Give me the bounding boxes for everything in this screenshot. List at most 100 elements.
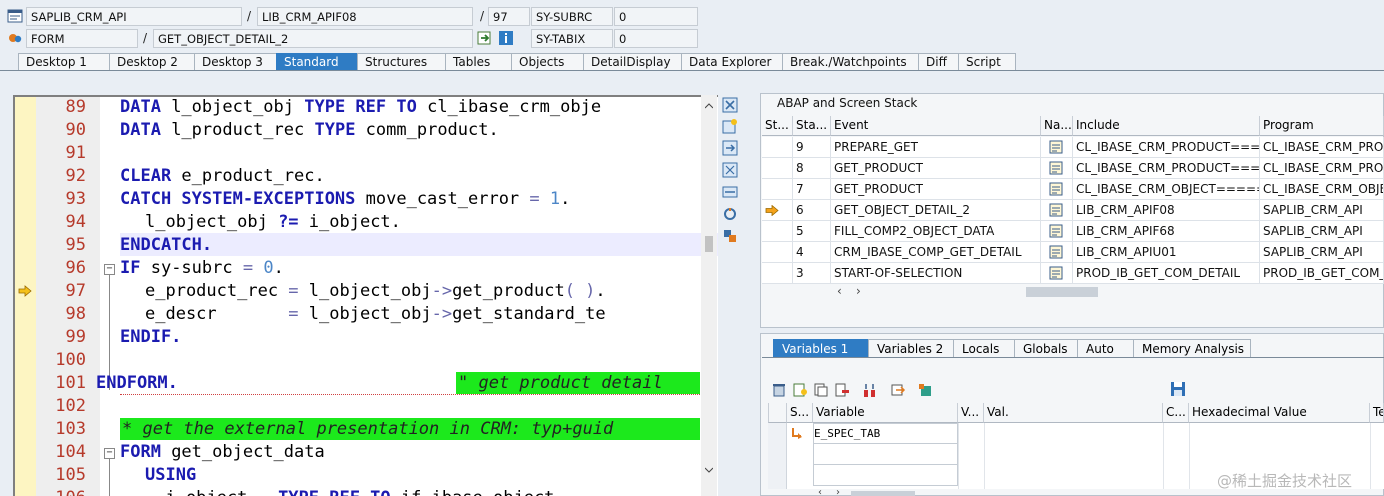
tab-data-explorer[interactable]: Data Explorer [681,53,783,71]
tab-desktop-1[interactable]: Desktop 1 [18,53,110,71]
navigate-icon[interactable] [477,30,493,46]
code-line: 104 FORM get_object_data [55,442,325,462]
column-header[interactable]: V... [958,403,984,423]
copy-icon[interactable] [813,382,829,398]
source-code-icon [1049,161,1063,175]
stack-program-cell: CL_IBASE_CRM_OBJEC [1260,179,1384,199]
sy-tabix-label: SY-TABIX [531,29,613,48]
stack-status-cell [762,242,793,262]
stack-row[interactable]: 9PREPARE_GET CL_IBASE_CRM_PRODUCT====...C… [762,137,1384,158]
stack-type-cell [1041,200,1073,220]
stack-status-cell [762,263,793,283]
scroll-up-icon[interactable] [705,103,713,109]
swap-tool-icon[interactable] [721,183,739,201]
source-code-icon [1049,182,1063,196]
tab-script[interactable]: Script [958,53,1016,71]
stack-hscroll-thumb[interactable] [1026,287,1098,297]
layout-icon[interactable] [918,382,934,398]
stack-row[interactable]: 7 GET_PRODUCT CL_IBASE_CRM_OBJECT=====... C… [762,179,1384,200]
column-header[interactable]: S... [787,403,813,423]
column-header[interactable]: Te [1370,403,1384,423]
tab-auto[interactable]: Auto [1077,339,1134,358]
settings-tool-icon[interactable] [721,227,739,245]
maximize-tool-icon[interactable] [721,161,739,179]
stack-row[interactable]: 3 START-OF-SELECTION PROD_IB_GET_COM_DETAI… [762,263,1384,284]
column-header[interactable]: Include [1073,116,1260,136]
stack-include-cell: LIB_CRM_APIF68 [1073,221,1260,241]
close-tool-icon[interactable] [721,96,739,114]
transfer-icon[interactable] [890,382,906,398]
code-line: 95 ENDCATCH. [65,235,213,255]
replace-tool-icon[interactable] [721,139,739,157]
delete-icon[interactable] [771,382,787,398]
column-header[interactable] [768,403,787,423]
tab-memory-analysis[interactable]: Memory Analysis [1133,339,1251,358]
stack-type-cell [1041,242,1073,262]
program-name-field[interactable]: SAPLIB_CRM_API [26,7,242,26]
event-type-field[interactable]: FORM [26,29,138,48]
column-header[interactable]: Hexadecimal Value [1189,403,1370,423]
tab-desktop-2[interactable]: Desktop 2 [109,53,195,71]
structure-icon [792,428,802,439]
new-tool-icon[interactable] [721,117,739,135]
scroll-left-icon[interactable]: ‹ [837,284,847,298]
tab-variables-1[interactable]: Variables 1 [773,339,869,358]
tab-detaildisplay[interactable]: DetailDisplay [583,53,682,71]
tab-breakpoints[interactable]: Break./Watchpoints [782,53,919,71]
column-header[interactable]: Na... [1041,116,1073,136]
column-header[interactable]: C... [1163,403,1189,423]
scroll-right-icon[interactable]: › [856,284,866,298]
save-icon[interactable] [1170,381,1186,397]
column-header[interactable]: Val. [984,403,1163,423]
code-line: 89 DATA l_object_obj TYPE REF TO cl_ibase… [65,97,602,117]
scroll-down-icon[interactable] [705,467,713,473]
info-icon[interactable] [498,30,514,46]
scroll-left-icon[interactable]: ‹ [818,488,828,496]
scroll-thumb[interactable] [705,236,713,252]
code-line: 98 e_descr = l_object_obj->get_standard_t… [65,304,606,324]
fold-toggle-icon[interactable]: − [104,448,115,459]
stack-row[interactable]: 4 CRM_IBASE_COMP_GET_DETAIL LIB_CRM_APIU01… [762,242,1384,263]
separator: / [247,9,252,23]
tab-structures[interactable]: Structures [357,53,446,71]
stack-event-cell: START-OF-SELECTION [831,263,1041,283]
tab-variables-2[interactable]: Variables 2 [868,339,954,358]
source-code-icon [1049,203,1063,217]
column-header[interactable]: St... [762,116,793,136]
stack-status-cell [762,179,793,199]
tab-globals[interactable]: Globals [1014,339,1078,358]
column-header[interactable]: Event [831,116,1041,136]
variable-name[interactable]: E_SPEC_TAB [814,427,880,440]
stack-status-cell [762,221,793,241]
column-header[interactable]: Program [1260,116,1384,136]
tab-objects[interactable]: Objects [511,53,584,71]
event-name-field[interactable]: GET_OBJECT_DETAIL_2 [153,29,473,48]
tab-diff[interactable]: Diff [918,53,959,71]
insert-icon[interactable] [792,382,808,398]
variable-input[interactable] [813,465,958,486]
variables-hscroll-thumb[interactable] [851,491,915,496]
variable-input[interactable] [813,444,958,465]
tab-tables[interactable]: Tables [445,53,512,71]
stack-type-cell [1041,263,1073,283]
tab-standard[interactable]: Standard [276,53,358,71]
tab-desktop-3[interactable]: Desktop 3 [194,53,277,71]
editor-scrollbar[interactable] [701,95,717,496]
fold-toggle-icon[interactable]: − [104,264,115,275]
tab-locals[interactable]: Locals [953,339,1015,358]
code-line: 100 [55,350,86,370]
tab-divider [0,70,1384,71]
stack-row[interactable]: 6 GET_OBJECT_DETAIL_2 LIB_CRM_APIF08 SAPLIB… [762,200,1384,221]
include-name-field[interactable]: LIB_CRM_APIF08 [257,7,473,26]
stack-row[interactable]: 5 FILL_COMP2_OBJECT_DATA LIB_CRM_APIF68 SAP… [762,221,1384,242]
source-code-editor[interactable]: 89 DATA l_object_obj TYPE REF TO cl_ibase… [13,95,718,496]
stack-row[interactable]: 8GET_PRODUCT CL_IBASE_CRM_PRODUCT====...C… [762,158,1384,179]
remove-row-icon[interactable] [834,382,850,398]
column-header[interactable]: Variable [813,403,958,423]
services-tool-icon[interactable] [721,205,739,223]
sort-icon[interactable] [862,382,878,398]
stack-type-cell [1041,221,1073,241]
scroll-right-icon[interactable]: › [836,488,846,496]
line-number-field[interactable]: 97 [488,7,530,26]
column-header[interactable]: Sta... [793,116,831,136]
